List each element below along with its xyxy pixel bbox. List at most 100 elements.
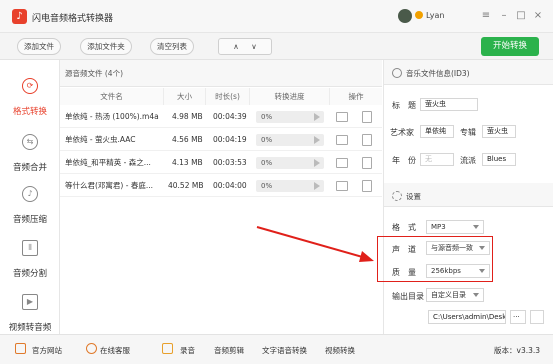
- file-list-header: 源音频文件 (4个): [60, 60, 382, 87]
- move-down-button[interactable]: ∨: [251, 42, 257, 51]
- format-select[interactable]: MP3: [426, 220, 484, 234]
- title-field[interactable]: 萤火虫: [420, 98, 478, 111]
- tts-link[interactable]: 文字语音转换: [262, 345, 307, 356]
- progress-text: 0%: [261, 136, 273, 144]
- year-label: 年 份: [392, 156, 416, 165]
- progress-bar: 0%: [256, 180, 324, 192]
- format-value: MP3: [431, 223, 446, 231]
- open-folder-icon[interactable]: [336, 135, 348, 145]
- open-folder-icon[interactable]: [336, 181, 348, 191]
- reorder-group: ∧ ∨: [218, 38, 272, 55]
- table-row[interactable]: 单依纯 - 热汤 (100%).m4a 4.98 MB 00:04:39 0%: [60, 106, 382, 128]
- id3-header: 音乐文件信息(ID3): [406, 69, 470, 78]
- play-icon[interactable]: [314, 182, 320, 190]
- delete-icon[interactable]: [362, 157, 372, 169]
- table-row[interactable]: 单依纯 - 萤火虫.AAC 4.56 MB 00:04:19 0%: [60, 129, 382, 151]
- version-text: 版本：v3.3.3: [494, 346, 541, 355]
- sidebar-item-format-convert[interactable]: ⟳ 格式转换: [0, 70, 60, 128]
- sidebar-item-label: 格式转换: [12, 107, 47, 117]
- output-dir-value: 自定义目录: [431, 291, 466, 299]
- support-link[interactable]: 在线客服: [100, 345, 130, 356]
- file-duration: 00:04:39: [213, 112, 247, 121]
- year-field[interactable]: 无: [420, 153, 454, 166]
- chevron-down-icon: [473, 293, 479, 297]
- start-convert-button[interactable]: 开始转换: [481, 37, 539, 56]
- play-icon[interactable]: [314, 136, 320, 144]
- column-header-name[interactable]: 文件名: [60, 88, 164, 105]
- column-header-progress[interactable]: 转换进度: [250, 88, 330, 105]
- music-info-icon: [392, 68, 402, 78]
- user-name[interactable]: Lyan: [426, 11, 444, 20]
- settings-header: 设置: [406, 192, 421, 201]
- app-logo-icon: ♪: [12, 9, 27, 24]
- record-link[interactable]: 录音: [180, 345, 195, 356]
- sidebar-item-audio-split[interactable]: ⫴ 音频分割: [0, 232, 60, 290]
- column-header-duration[interactable]: 时长(s): [206, 88, 250, 105]
- open-folder-icon[interactable]: [530, 310, 544, 324]
- toolbar: 添加文件 添加文件夹 清空列表 ∧ ∨ 开始转换: [0, 33, 553, 60]
- genre-label: 流派: [460, 156, 476, 165]
- move-up-button[interactable]: ∧: [233, 42, 239, 51]
- artist-label: 艺术家: [390, 128, 414, 137]
- file-count: 源音频文件 (4个): [65, 69, 124, 78]
- minimize-button[interactable]: –: [497, 9, 511, 23]
- delete-icon[interactable]: [362, 111, 372, 123]
- website-icon: [15, 343, 26, 354]
- file-duration: 00:03:53: [213, 158, 247, 167]
- progress-bar: 0%: [256, 157, 324, 169]
- file-name: 单依纯_和平精英 - 森之...: [65, 158, 151, 167]
- right-panel: 音乐文件信息(ID3) 标 题 萤火虫 艺术家 单依纯 专辑 萤火虫 年 份 无…: [383, 60, 553, 334]
- progress-bar: 0%: [256, 134, 324, 146]
- sidebar: ⟳ 格式转换 ⇆ 音频合并 ♪ 音频压缩 ⫴ 音频分割 ▶ 视频转音频: [0, 60, 60, 334]
- genre-field[interactable]: Blues: [482, 153, 516, 166]
- artist-field[interactable]: 单依纯: [420, 125, 454, 138]
- video-icon: ▶: [22, 294, 38, 310]
- album-field[interactable]: 萤火虫: [482, 125, 516, 138]
- file-duration: 00:04:19: [213, 135, 247, 144]
- progress-text: 0%: [261, 113, 273, 121]
- id3-panel-header: 音乐文件信息(ID3): [384, 60, 553, 85]
- split-icon: ⫴: [22, 240, 38, 256]
- sidebar-item-audio-merge[interactable]: ⇆ 音频合并: [0, 126, 60, 184]
- play-icon[interactable]: [314, 159, 320, 167]
- title-bar: ♪ 闪电音频格式转换器 Lyan ≡ – □ ×: [0, 0, 553, 33]
- output-path-field[interactable]: C:\Users\admin\Desktc: [428, 310, 506, 324]
- file-name: 单依纯 - 萤火虫.AAC: [65, 135, 136, 144]
- user-avatar[interactable]: [398, 9, 412, 23]
- column-header-actions: 操作: [330, 88, 382, 105]
- menu-button[interactable]: ≡: [479, 9, 493, 23]
- delete-icon[interactable]: [362, 180, 372, 192]
- settings-gear-icon: [392, 191, 402, 201]
- sidebar-item-label: 音频合并: [12, 163, 47, 173]
- play-icon[interactable]: [314, 113, 320, 121]
- browse-button[interactable]: ···: [510, 310, 526, 324]
- support-icon: [86, 343, 97, 354]
- highlight-box: [377, 236, 493, 282]
- clear-list-button[interactable]: 清空列表: [150, 38, 194, 55]
- close-button[interactable]: ×: [531, 9, 545, 23]
- video-convert-link[interactable]: 视频转换: [325, 345, 355, 356]
- status-bar: 官方网站 在线客服 录音 音频剪辑 文字语音转换 视频转换 版本：v3.3.3: [0, 334, 553, 364]
- delete-icon[interactable]: [362, 134, 372, 146]
- file-size: 4.98 MB: [172, 112, 203, 121]
- column-header-size[interactable]: 大小: [164, 88, 206, 105]
- open-folder-icon[interactable]: [336, 112, 348, 122]
- vip-badge-icon: [415, 11, 423, 19]
- file-name: 等什么君(邓寓君) - 春庭...: [65, 181, 153, 190]
- file-list-panel: 源音频文件 (4个) 文件名 大小 时长(s) 转换进度 操作 单依纯 - 热汤…: [60, 60, 382, 334]
- file-duration: 00:04:00: [213, 181, 247, 190]
- website-link[interactable]: 官方网站: [32, 345, 62, 356]
- format-label: 格 式: [392, 223, 416, 232]
- table-row[interactable]: 单依纯_和平精英 - 森之... 4.13 MB 00:03:53 0%: [60, 152, 382, 174]
- maximize-button[interactable]: □: [514, 9, 528, 23]
- table-row[interactable]: 等什么君(邓寓君) - 春庭... 40.52 MB 00:04:00 0%: [60, 175, 382, 197]
- audio-edit-link[interactable]: 音频剪辑: [214, 345, 244, 356]
- add-file-button[interactable]: 添加文件: [17, 38, 61, 55]
- file-size: 40.52 MB: [168, 181, 204, 190]
- output-dir-select[interactable]: 自定义目录: [426, 288, 484, 302]
- merge-icon: ⇆: [22, 134, 38, 150]
- sidebar-item-audio-compress[interactable]: ♪ 音频压缩: [0, 178, 60, 236]
- progress-text: 0%: [261, 182, 273, 190]
- add-folder-button[interactable]: 添加文件夹: [80, 38, 132, 55]
- open-folder-icon[interactable]: [336, 158, 348, 168]
